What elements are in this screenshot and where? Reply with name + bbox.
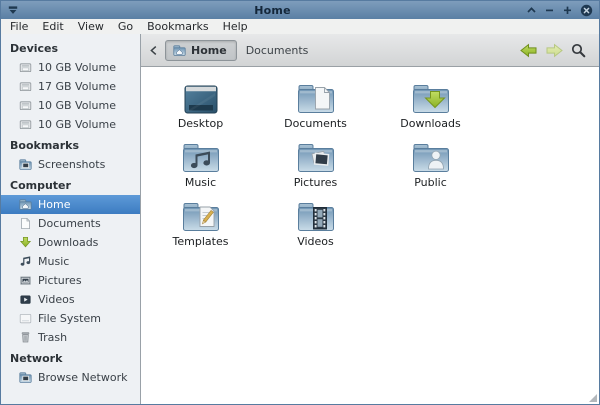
minimize-button[interactable]: [544, 5, 555, 15]
download-arrow-icon: [19, 236, 32, 249]
sidebar-item-videos[interactable]: Videos: [1, 290, 140, 309]
video-icon: [19, 293, 32, 306]
forward-arrow-icon[interactable]: [545, 43, 564, 58]
file-music[interactable]: Music: [143, 139, 258, 198]
videos-folder-icon: [296, 198, 336, 234]
menu-view[interactable]: View: [71, 19, 111, 34]
drive-icon: [19, 80, 32, 93]
file-downloads[interactable]: Downloads: [373, 80, 488, 139]
sidebar-item-screenshots[interactable]: Screenshots: [1, 155, 140, 174]
folder-image-icon: [19, 158, 32, 171]
menu-file[interactable]: File: [3, 19, 35, 34]
file-desktop[interactable]: Desktop: [143, 80, 258, 139]
search-icon[interactable]: [571, 43, 586, 58]
sidebar-item-browse-network[interactable]: Browse Network: [1, 368, 140, 387]
titlebar: Home: [1, 1, 599, 19]
window-controls: [526, 4, 593, 17]
file-videos[interactable]: Videos: [258, 198, 373, 257]
document-icon: [19, 217, 32, 230]
home-folder-icon: [19, 198, 32, 211]
sidebar-item-home[interactable]: Home: [1, 195, 140, 214]
public-folder-icon: [411, 139, 451, 175]
templates-folder-icon: [181, 198, 221, 234]
sidebar-item-pictures[interactable]: Pictures: [1, 271, 140, 290]
resize-grip[interactable]: [589, 394, 597, 402]
home-folder-icon: [173, 44, 186, 57]
sidebar-header-computer: Computer: [1, 174, 140, 195]
shade-button[interactable]: [526, 5, 537, 15]
file-pictures[interactable]: Pictures: [258, 139, 373, 198]
sidebar-item-volume-4[interactable]: 10 GB Volume: [1, 115, 140, 134]
window-title: Home: [19, 4, 526, 17]
drive-icon: [19, 99, 32, 112]
back-arrow-icon[interactable]: [519, 43, 538, 58]
maximize-button[interactable]: [562, 5, 573, 15]
sidebar-item-file-system[interactable]: File System: [1, 309, 140, 328]
toolbar: Home Documents: [141, 34, 599, 67]
file-documents[interactable]: Documents: [258, 80, 373, 139]
breadcrumb-documents-button[interactable]: Documents: [237, 40, 318, 61]
sidebar-item-music[interactable]: Music: [1, 252, 140, 271]
menu-go[interactable]: Go: [111, 19, 140, 34]
window-menu-icon[interactable]: [7, 4, 19, 16]
desktop-icon: [181, 80, 221, 116]
pictures-folder-icon: [296, 139, 336, 175]
sidebar-header-bookmarks: Bookmarks: [1, 134, 140, 155]
file-manager-window: Home File Edit View Go Bookmarks Help De…: [0, 0, 600, 405]
sidebar-item-volume-1[interactable]: 10 GB Volume: [1, 58, 140, 77]
menu-help[interactable]: Help: [216, 19, 255, 34]
sidebar-item-documents[interactable]: Documents: [1, 214, 140, 233]
sidebar-item-volume-2[interactable]: 17 GB Volume: [1, 77, 140, 96]
file-view: Desktop Documents Downloads Music Pictur…: [141, 67, 599, 404]
sidebar-item-volume-3[interactable]: 10 GB Volume: [1, 96, 140, 115]
music-note-icon: [19, 255, 32, 268]
file-templates[interactable]: Templates: [143, 198, 258, 257]
drive-icon: [19, 118, 32, 131]
menu-bookmarks[interactable]: Bookmarks: [140, 19, 215, 34]
sidebar-item-trash[interactable]: Trash: [1, 328, 140, 347]
drive-icon: [19, 61, 32, 74]
downloads-folder-icon: [411, 80, 451, 116]
sidebar-header-devices: Devices: [1, 34, 140, 58]
documents-folder-icon: [296, 80, 336, 116]
photo-icon: [19, 274, 32, 287]
sidebar-item-downloads[interactable]: Downloads: [1, 233, 140, 252]
network-folder-icon: [19, 371, 32, 384]
breadcrumb-scroll-left-icon[interactable]: [149, 45, 158, 56]
breadcrumb-home-button[interactable]: Home: [165, 40, 237, 61]
trash-icon: [19, 331, 32, 344]
icon-grid: Desktop Documents Downloads Music Pictur…: [143, 80, 489, 257]
sidebar-header-network: Network: [1, 347, 140, 368]
file-public[interactable]: Public: [373, 139, 488, 198]
close-button[interactable]: [580, 4, 593, 17]
menu-edit[interactable]: Edit: [35, 19, 70, 34]
sidebar: Devices 10 GB Volume 17 GB Volume 10 GB …: [1, 34, 141, 404]
menubar: File Edit View Go Bookmarks Help: [1, 19, 599, 34]
music-folder-icon: [181, 139, 221, 175]
filesystem-drive-icon: [19, 312, 32, 325]
